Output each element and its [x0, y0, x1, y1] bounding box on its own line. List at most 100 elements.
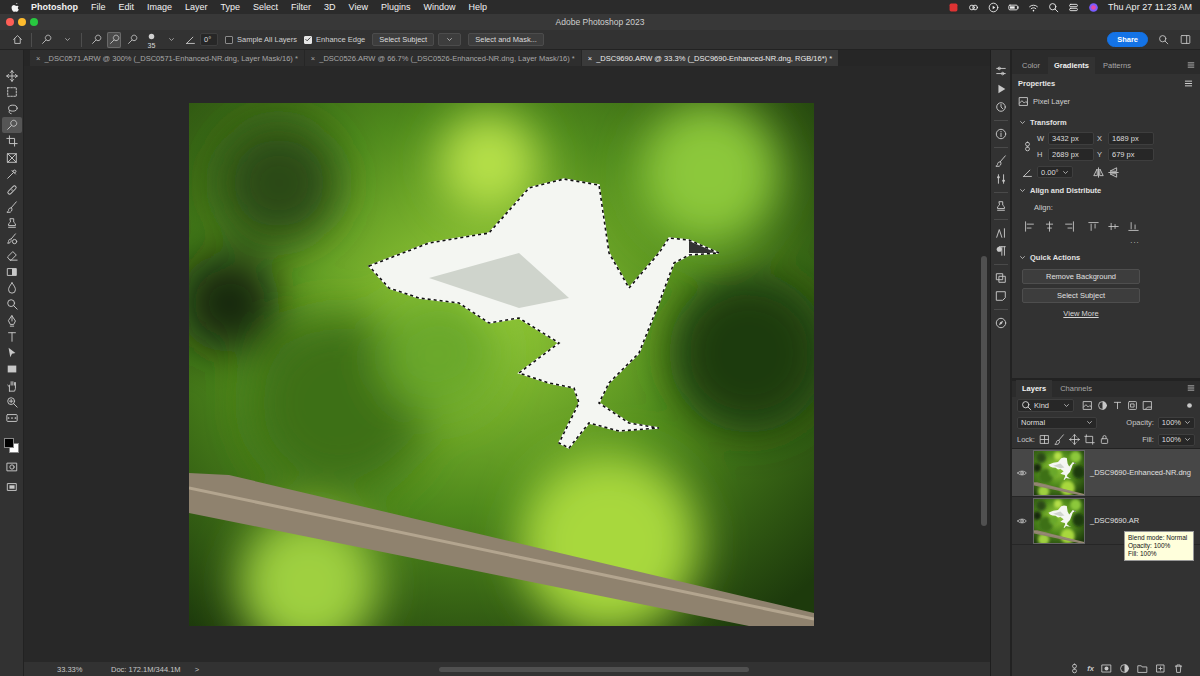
filter-kind-dropdown[interactable]: Kind [1017, 399, 1074, 412]
close-tab-button[interactable]: × [311, 54, 315, 63]
zoom-tool[interactable] [2, 394, 22, 410]
close-window-button[interactable] [6, 18, 14, 26]
lock-all-button[interactable] [1099, 434, 1110, 445]
menu-item[interactable]: Window [424, 2, 456, 13]
menu-item[interactable]: Layer [185, 2, 208, 13]
align-section[interactable]: Align and Distribute [1018, 182, 1194, 198]
zoom-level[interactable]: 33.33% [57, 665, 111, 674]
transform-section[interactable]: Transform [1018, 114, 1194, 130]
menu-item[interactable]: Help [469, 2, 488, 13]
transform-title[interactable]: Transform [1030, 118, 1067, 127]
crop-tool[interactable] [2, 133, 22, 149]
search-button[interactable] [1156, 32, 1170, 48]
adjustment-layer-button[interactable] [1119, 663, 1130, 674]
spot-healing-tool[interactable] [2, 182, 22, 198]
brush-size[interactable]: 35 [148, 42, 156, 49]
frame-tool[interactable] [2, 149, 22, 165]
delete-layer-button[interactable] [1173, 663, 1184, 674]
visibility-toggle[interactable] [1016, 468, 1028, 478]
scroll-thumb[interactable] [439, 667, 749, 672]
close-tab-button[interactable]: × [36, 54, 40, 63]
scroll-thumb[interactable] [981, 256, 987, 526]
quick-mask-button[interactable] [2, 459, 22, 475]
share-button[interactable]: Share [1107, 32, 1148, 47]
pen-tool[interactable] [2, 312, 22, 328]
fill-field[interactable]: 100% [1158, 434, 1195, 446]
type-tool[interactable] [2, 329, 22, 345]
blend-mode-dropdown[interactable]: Normal [1017, 417, 1097, 429]
filter-shape-button[interactable] [1127, 400, 1138, 411]
new-selection-mode[interactable] [89, 32, 103, 48]
fill-value[interactable]: 100% [1162, 435, 1181, 444]
filter-kind[interactable]: Kind [1034, 401, 1060, 410]
apple-menu[interactable] [10, 2, 21, 13]
add-to-selection-mode[interactable] [107, 32, 121, 48]
flip-vertical-button[interactable] [1108, 167, 1119, 178]
menu-item[interactable]: View [349, 2, 368, 13]
menu-item[interactable]: File [91, 2, 106, 13]
screen-mode-button[interactable] [2, 479, 22, 495]
filter-smart-object-button[interactable] [1142, 400, 1153, 411]
menu-item[interactable]: Type [221, 2, 241, 13]
menu-item[interactable]: Plugins [381, 2, 411, 13]
eyedropper-tool[interactable] [2, 166, 22, 182]
wifi-status[interactable] [1028, 2, 1039, 13]
lasso-tool[interactable] [2, 101, 22, 117]
view-more-link[interactable]: View More [1022, 309, 1140, 318]
menu-item[interactable]: Image [147, 2, 172, 13]
panel-menu[interactable] [1186, 60, 1196, 70]
control-center-button[interactable] [1068, 2, 1079, 13]
lock-transparent-button[interactable] [1039, 434, 1050, 445]
tab-label[interactable]: _DSC9690.ARW @ 33.3% (_DSC9690-Enhanced-… [596, 54, 832, 63]
edit-toolbar-tool[interactable] [2, 410, 22, 426]
transform-field[interactable]: 1689 px [1108, 132, 1154, 145]
layers-panel-menu[interactable] [1186, 383, 1196, 393]
sliders-panel-button[interactable] [991, 170, 1010, 188]
photo[interactable] [189, 103, 814, 626]
quick-action-button[interactable]: Select Subject [1022, 288, 1140, 303]
lock-position-button[interactable] [1069, 434, 1080, 445]
menu-item[interactable]: Filter [291, 2, 311, 13]
paragraph-panel-button[interactable] [991, 242, 1010, 260]
blend-mode[interactable]: Normal [1021, 418, 1083, 427]
foreground-color-swatch[interactable] [4, 438, 14, 448]
menu-item[interactable]: Select [253, 2, 278, 13]
tab-label[interactable]: _DSC0526.ARW @ 66.7% (_DSC0526-Enhanced-… [319, 54, 575, 63]
transform-toggle[interactable] [1018, 118, 1027, 127]
subtract-from-selection-mode[interactable] [125, 32, 139, 48]
app-menu[interactable]: Photoshop [31, 2, 78, 13]
enhance-edge-checkbox[interactable] [304, 36, 312, 44]
link-dimensions[interactable] [1022, 141, 1033, 152]
brush-size-picker[interactable]: 35 [146, 31, 157, 49]
align-right-button[interactable] [1064, 221, 1075, 232]
add-mask-button[interactable] [1101, 663, 1112, 674]
filter-toggle[interactable] [1184, 400, 1195, 411]
align-center-button[interactable] [1044, 221, 1055, 232]
horizontal-scrollbar[interactable] [199, 667, 990, 672]
close-tab-button[interactable]: × [588, 54, 592, 63]
flip-horizontal-button[interactable] [1093, 167, 1104, 178]
rotation-value[interactable]: 0.00° [1041, 168, 1059, 177]
workspace-button[interactable] [1178, 32, 1192, 48]
lock-artboard-button[interactable] [1084, 434, 1095, 445]
transform-field[interactable]: 3432 px [1048, 132, 1094, 145]
sample-all-layers-option[interactable]: Sample All Layers [225, 35, 297, 44]
quick-actions-title[interactable]: Quick Actions [1030, 253, 1080, 262]
marquee-tool[interactable] [2, 84, 22, 100]
transform-field[interactable]: 2689 px [1048, 148, 1094, 161]
navigator-panel-button[interactable] [991, 314, 1010, 332]
select-subject-dropdown[interactable] [438, 33, 461, 46]
align-title[interactable]: Align and Distribute [1030, 186, 1101, 195]
character-panel-button[interactable] [991, 224, 1010, 242]
align-top-button[interactable] [1088, 221, 1099, 232]
history-panel-button[interactable] [991, 98, 1010, 116]
transform-field[interactable]: 679 px [1108, 148, 1154, 161]
blur-tool[interactable] [2, 280, 22, 296]
media-status[interactable] [988, 2, 999, 13]
align-left-button[interactable] [1024, 221, 1035, 232]
vertical-scrollbar[interactable] [978, 66, 990, 662]
rectangle-tool[interactable] [2, 361, 22, 377]
filter-adjustment-button[interactable] [1097, 400, 1108, 411]
battery-status[interactable] [1008, 2, 1019, 13]
tab-label[interactable]: _DSC0571.ARW @ 300% (_DSC0571-Enhanced-N… [44, 54, 297, 63]
